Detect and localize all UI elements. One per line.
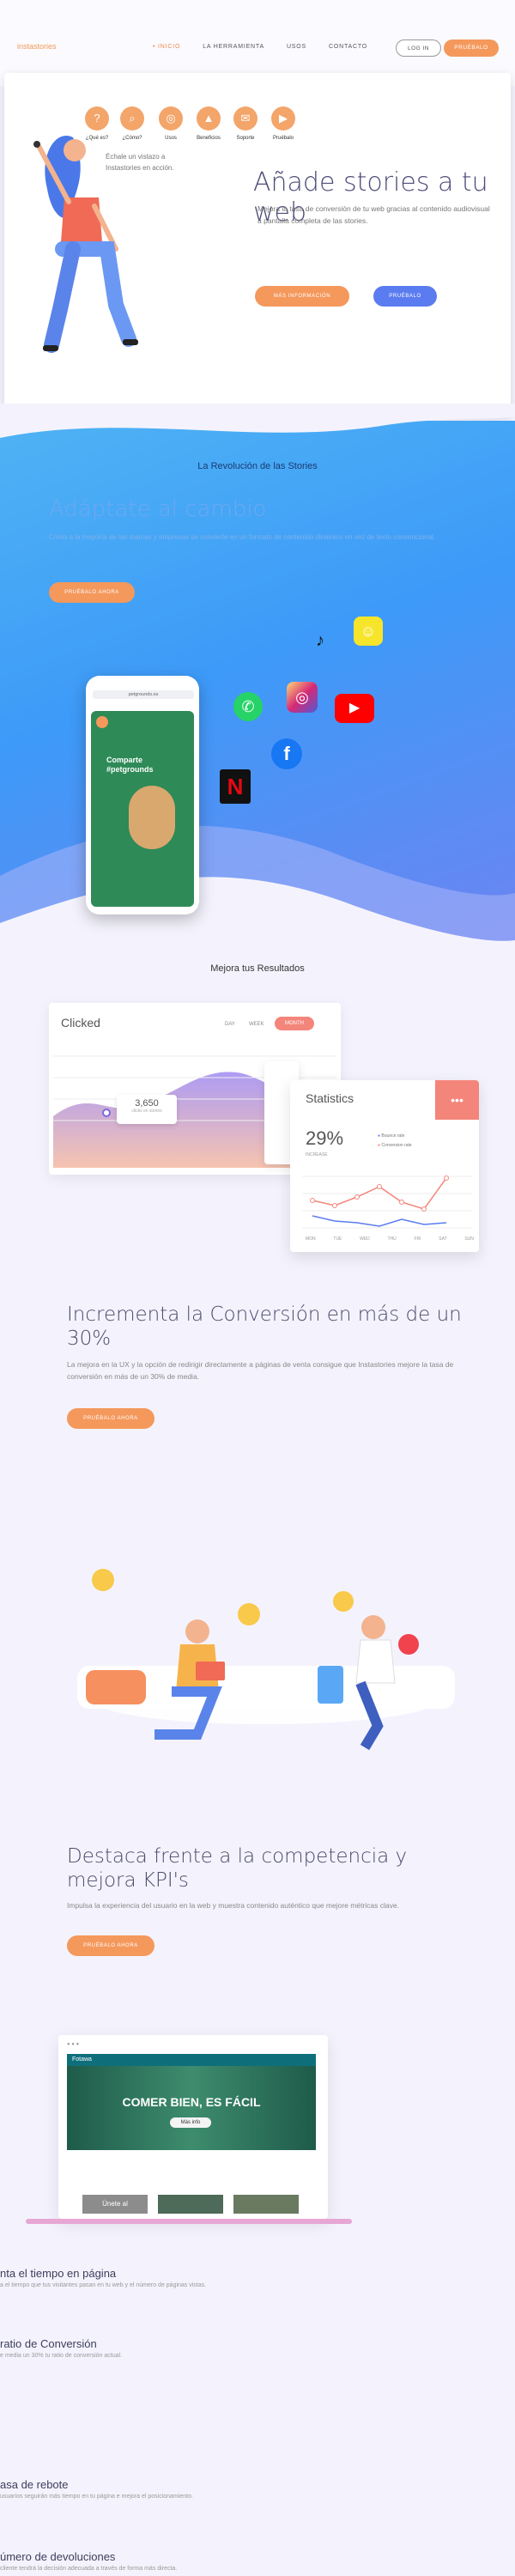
legend-bounce: ● Bounce rate [378, 1133, 405, 1139]
banner-button[interactable]: Más info [170, 2117, 211, 2128]
nav-item-usos[interactable]: USOS [287, 44, 306, 50]
wave-top [0, 404, 515, 438]
statistics-title: Statistics [306, 1091, 354, 1105]
day-label: MON [306, 1236, 316, 1242]
join-card[interactable]: Únete al [82, 2195, 148, 2214]
product-card[interactable] [233, 2195, 299, 2214]
compete-title: Destaca frente a la competencia y mejora… [67, 1845, 408, 1892]
instagram-icon: ◎ [287, 682, 318, 713]
play-icon[interactable]: ▶ [271, 106, 295, 131]
statistics-percent: 29% [306, 1127, 344, 1149]
legend-conversion: ● Conversion rate [378, 1143, 412, 1148]
statistics-percent-caption: INCREASE [306, 1152, 328, 1157]
nav-item-contacto[interactable]: CONTACTO [329, 44, 367, 50]
icon-label-pruebalo: Pruébalo [272, 136, 294, 141]
more-options-icon[interactable]: ••• [435, 1080, 479, 1120]
revolution-heading: La Revolución de las Stories [197, 461, 318, 471]
kpi-description: usuarios seguirán más tiempo en tu págin… [0, 2494, 193, 2500]
phone-url-bar: petgrounds.es [93, 690, 194, 699]
kpi-title: asa de rebote [0, 2478, 69, 2491]
product-card[interactable] [158, 2195, 223, 2214]
adapt-title: Adáptate al cambio [49, 496, 267, 522]
phone-story-text: Comparte #petgrounds [106, 756, 154, 774]
results-heading: Mejora tus Resultados [210, 963, 305, 974]
clicked-tooltip: 3,650 clicks en stories [117, 1095, 177, 1124]
wave-bottom [0, 825, 515, 970]
kpi-title: nta el tiempo en página [0, 2267, 117, 2280]
browser-stand [26, 2219, 352, 2224]
whatsapp-icon: ✆ [233, 692, 263, 721]
more-info-button[interactable]: MÁS INFORMACIÓN [255, 286, 349, 307]
day-label: THU [387, 1236, 397, 1242]
day-label: SUN [464, 1236, 474, 1242]
banner-text: COMER BIEN, ES FÁCIL [122, 2095, 261, 2109]
statistics-days: MON TUE WED THU FRI SAT SUN [306, 1236, 474, 1242]
icon-label-soporte: Soporte [236, 136, 255, 141]
adapt-description: Cómo a la mayoría de las marcas y empres… [49, 533, 436, 541]
tiktok-icon: ♪ [316, 631, 324, 650]
snapchat-icon: ☺ [354, 617, 383, 646]
chart-icon[interactable]: ▲ [197, 106, 221, 131]
kpi-title: úmero de devoluciones [0, 2550, 116, 2563]
people-illustration [77, 1569, 455, 1751]
day-label: SAT [439, 1236, 447, 1242]
kpi-title: ratio de Conversión [0, 2337, 97, 2350]
browser-dots: ● ● ● [67, 2042, 80, 2047]
chat-icon[interactable]: ✉ [233, 106, 258, 131]
clicked-value: 3,650 [135, 1098, 159, 1109]
clicked-caption: clicks en stories [131, 1109, 162, 1114]
target-icon[interactable]: ◎ [159, 106, 183, 131]
day-label: FRI [414, 1236, 421, 1242]
youtube-icon: ▶ [335, 694, 374, 723]
filter-day[interactable]: DAY [225, 1022, 235, 1027]
compete-try-button[interactable]: PRUÉBALO AHORA [67, 1935, 154, 1956]
conversion-description: La mejora en la UX y la opción de rediri… [67, 1360, 454, 1381]
clicked-title: Clicked [61, 1016, 100, 1030]
story-avatar [96, 716, 108, 728]
login-button[interactable]: LOG IN [396, 39, 441, 57]
header-try-button[interactable]: PRUÉBALO [444, 39, 499, 57]
filter-week[interactable]: WEEK [249, 1022, 264, 1027]
logo[interactable]: instastories [17, 42, 57, 51]
hero-description: Mejora la tasa de conversión de tu web g… [258, 204, 490, 225]
kpi-description: cliente tendrá la decisión adecuada a tr… [0, 2566, 178, 2572]
results-try-button[interactable]: PRUÉBALO AHORA [67, 1408, 154, 1429]
browser-brand-bar: Fotawa [67, 2054, 316, 2066]
day-label: TUE [333, 1236, 342, 1242]
facebook-icon: f [271, 738, 302, 769]
day-label: WED [360, 1236, 370, 1242]
main-nav: • INICIO LA HERRAMIENTA USOS CONTACTO [153, 44, 390, 50]
compete-description: Impulsa la experiencia del usuario en la… [67, 1901, 399, 1910]
kpi-description: e media un 30% tu ratio de conversión ac… [0, 2353, 123, 2359]
nav-item-herramienta[interactable]: LA HERRAMIENTA [203, 44, 264, 50]
filter-month[interactable]: MONTH [275, 1017, 314, 1030]
dog-image [129, 786, 175, 849]
revolution-try-button[interactable]: PRUÉBALO AHORA [49, 582, 135, 603]
nav-item-inicio[interactable]: • INICIO [153, 44, 180, 50]
hero-try-button[interactable]: PRUÉBALO [373, 286, 437, 307]
icon-label-beneficios: Beneficios [197, 136, 221, 141]
statistics-line-chart [302, 1176, 472, 1229]
netflix-icon: N [220, 769, 251, 804]
kpi-description: a el tiempo que tus visitantes pasan en … [0, 2282, 207, 2288]
icon-label-usos: Usos [165, 136, 177, 141]
hero-note: Échale un vistazo a Instastories en acci… [106, 153, 174, 172]
conversion-title: Incrementa la Conversión en más de un 30… [67, 1303, 462, 1350]
